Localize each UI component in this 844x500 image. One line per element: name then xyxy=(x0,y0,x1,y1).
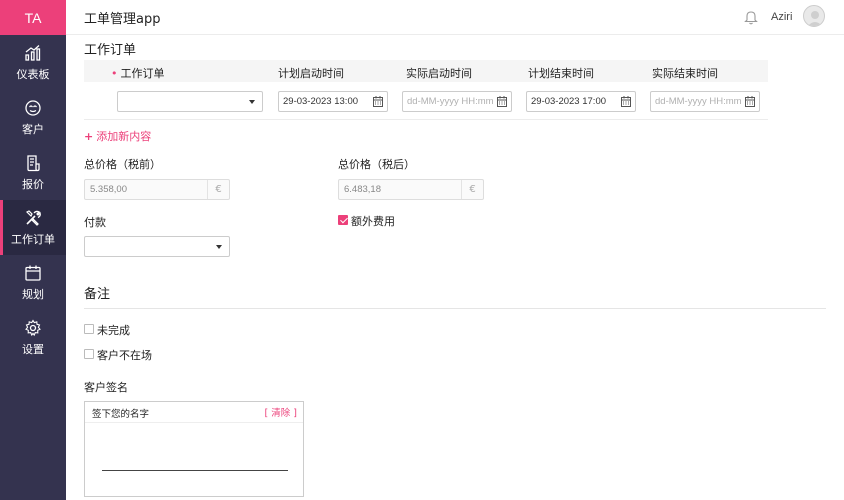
signature-hint: 签下您的名字 xyxy=(92,409,150,420)
brand-logo[interactable]: TA xyxy=(0,0,66,35)
planned-start-input[interactable]: 29-03-2023 13:00 xyxy=(278,91,388,112)
currency-addon: € xyxy=(207,180,229,199)
currency-addon: € xyxy=(461,180,483,199)
customer-icon xyxy=(25,99,41,116)
work-order-select[interactable] xyxy=(117,91,263,112)
signature-pad[interactable]: 签下您的名字 [ 清除 ] xyxy=(84,401,304,497)
quote-icon xyxy=(27,154,40,171)
sidebar-item-label: 客户 xyxy=(22,122,44,136)
calendar-icon[interactable] xyxy=(621,96,631,107)
customer-absent-label: 客户不在场 xyxy=(97,349,152,362)
notes-section-title: 备注 xyxy=(84,287,111,302)
actual-end-input[interactable]: dd-MM-yyyy HH:mm xyxy=(650,91,760,112)
plus-icon: + xyxy=(84,130,94,143)
chevron-down-icon xyxy=(216,245,222,249)
top-bar: 工单管理app xyxy=(66,0,844,35)
pre-tax-total-field: 5.358,00 € xyxy=(84,179,230,200)
user-name[interactable]: Aziri xyxy=(771,11,792,23)
extra-cost-checkbox[interactable] xyxy=(338,215,348,225)
divider xyxy=(84,119,768,120)
sidebar-item-label: 仪表板 xyxy=(16,67,50,81)
incomplete-label: 未完成 xyxy=(97,324,130,337)
signature-label: 客户签名 xyxy=(84,381,128,394)
signature-pad-header: 签下您的名字 [ 清除 ] xyxy=(85,402,303,423)
work-order-table-header: • 工作订单 计划启动时间 实际启动时间 计划结束时间 实际结束时间 xyxy=(84,60,768,82)
column-header-actual-end: 实际结束时间 xyxy=(652,67,718,80)
sidebar-item-label: 规划 xyxy=(22,287,44,301)
required-marker: • xyxy=(111,67,118,80)
sidebar-item-quotes[interactable]: 报价 xyxy=(0,145,66,200)
column-header-order: • 工作订单 xyxy=(111,67,165,80)
payment-select[interactable] xyxy=(84,236,230,257)
post-tax-total-field: 6.483,18 € xyxy=(338,179,484,200)
avatar[interactable] xyxy=(803,5,825,27)
sidebar-item-settings[interactable]: 设置 xyxy=(0,310,66,365)
add-new-item-link[interactable]: + 添加新内容 xyxy=(84,128,151,144)
customer-absent-checkbox[interactable] xyxy=(84,349,94,359)
planned-end-input[interactable]: 29-03-2023 17:00 xyxy=(526,91,636,112)
calendar-icon[interactable] xyxy=(745,96,755,107)
sidebar-item-planning[interactable]: 规划 xyxy=(0,255,66,310)
sidebar: TA 仪表板 客户 报价 工作订单 规划 设置 xyxy=(0,0,66,500)
actual-start-input[interactable]: dd-MM-yyyy HH:mm xyxy=(402,91,512,112)
sidebar-item-dashboard[interactable]: 仪表板 xyxy=(0,35,66,90)
column-header-actual-start: 实际启动时间 xyxy=(406,67,472,80)
bell-icon[interactable] xyxy=(744,9,758,25)
column-header-planned-end: 计划结束时间 xyxy=(528,67,594,80)
dashboard-icon xyxy=(25,44,41,61)
sidebar-item-customers[interactable]: 客户 xyxy=(0,90,66,145)
calendar-icon[interactable] xyxy=(497,96,507,107)
sidebar-item-label: 设置 xyxy=(22,342,44,356)
column-header-planned-start: 计划启动时间 xyxy=(278,67,344,80)
tools-icon xyxy=(25,209,41,226)
incomplete-checkbox[interactable] xyxy=(84,324,94,334)
sidebar-item-work-orders[interactable]: 工作订单 xyxy=(0,200,66,255)
calendar-icon xyxy=(25,265,41,281)
work-order-section-title: 工作订单 xyxy=(84,43,137,58)
signature-baseline xyxy=(102,470,288,471)
post-tax-total-label: 总价格（税后） xyxy=(338,158,415,171)
gear-icon xyxy=(25,318,41,336)
app-title: 工单管理app xyxy=(84,11,161,27)
payment-label: 付款 xyxy=(84,216,106,229)
pre-tax-total-label: 总价格（税前） xyxy=(84,158,161,171)
clear-signature-button[interactable]: [ 清除 ] xyxy=(265,405,297,419)
calendar-icon[interactable] xyxy=(373,96,383,107)
chevron-down-icon xyxy=(249,100,255,104)
sidebar-item-label: 报价 xyxy=(22,177,44,191)
divider xyxy=(84,308,826,309)
extra-cost-label: 额外费用 xyxy=(351,215,395,228)
sidebar-item-label: 工作订单 xyxy=(11,232,55,246)
